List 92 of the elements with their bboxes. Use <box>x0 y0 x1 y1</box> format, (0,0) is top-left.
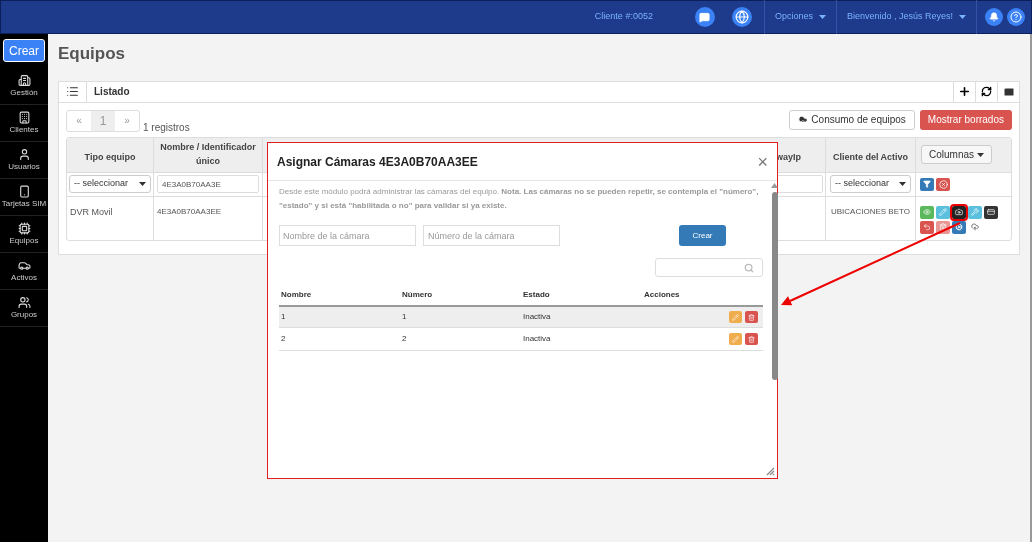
camera-number-field[interactable]: Número de la cámara <box>423 225 560 246</box>
sidebar-item[interactable]: Tarjetas SIM <box>0 179 48 216</box>
table-cell-text: Inactiva <box>522 311 552 323</box>
sidebar-item[interactable]: Equipos <box>0 216 48 253</box>
eye-icon <box>923 208 931 216</box>
building-icon <box>17 73 31 87</box>
client-select[interactable]: -- seleccionar <box>830 175 911 193</box>
resize-grip-icon[interactable] <box>766 467 775 476</box>
menu-dropdown[interactable]: Opciones <box>763 0 836 34</box>
table-cell-text: Inactiva <box>522 333 552 345</box>
column-header: Estado <box>522 289 551 301</box>
table-cell-text: 1 <box>280 311 287 323</box>
card-button[interactable] <box>984 205 998 219</box>
view-button[interactable] <box>920 205 934 219</box>
clear-icon <box>938 179 948 189</box>
phone-icon <box>17 184 31 198</box>
wrench-icon <box>971 208 979 216</box>
refresh-icon <box>981 86 992 97</box>
globe-icon <box>734 10 749 24</box>
table-cell: 4E3A0B70AA3EE <box>154 196 263 240</box>
scroll-up-icon[interactable] <box>771 183 778 188</box>
sidebar-item[interactable]: Activos <box>0 253 48 290</box>
caret-icon <box>899 182 906 186</box>
table-cell-text: 2 <box>401 333 408 345</box>
column-header: Cliente del Activo <box>826 137 916 172</box>
chip-icon <box>17 221 31 235</box>
sidebar-item[interactable]: Usuarios <box>0 142 48 179</box>
dialog-title: Asignar Cámaras 4E3A0B70AA3EE <box>277 153 478 171</box>
plus-icon <box>958 85 971 98</box>
users-icon <box>17 295 31 309</box>
card-icon <box>987 208 995 216</box>
trash-icon <box>748 313 755 321</box>
client-number: Cliente #:0052 <box>594 10 653 24</box>
sidebar-item[interactable]: Grupos <box>0 290 48 327</box>
table-cell-text: 2 <box>280 333 287 345</box>
bell-icon <box>989 12 999 22</box>
list-icon <box>66 85 79 98</box>
camera-row[interactable]: 1 1 Inactiva <box>279 305 763 328</box>
pencil-icon <box>732 335 739 343</box>
clear-filter-button[interactable] <box>936 177 950 191</box>
filter-icon <box>923 180 931 188</box>
building-icon <box>17 110 31 124</box>
trash-icon <box>748 335 755 343</box>
menu-dropdown[interactable]: Bienvenido , Jesús Reyes! <box>835 0 976 34</box>
sidebar-item[interactable]: Gestión <box>0 68 48 105</box>
chat-icon <box>699 11 711 23</box>
user-icon <box>17 147 31 161</box>
pencil-icon <box>939 208 947 216</box>
record-count: 1 registros <box>143 120 190 135</box>
globe-button[interactable] <box>731 7 752 27</box>
camera-name-field[interactable]: Nombre de la cámara <box>279 225 416 246</box>
trash-icon <box>939 223 947 231</box>
column-header: Nombre <box>280 289 313 301</box>
delete-button[interactable] <box>745 333 758 345</box>
show-deleted-button[interactable]: Mostrar borrados <box>919 109 1012 130</box>
cog-icon <box>955 223 963 231</box>
name-filter-field[interactable]: 4E3A0B70AA3E <box>157 175 259 193</box>
create-button[interactable]: Crear <box>3 39 45 62</box>
sidebar-item[interactable]: Clientes <box>0 105 48 142</box>
notifications-button[interactable] <box>985 8 1003 26</box>
table-cell: DVR Movil <box>67 196 154 240</box>
page-title: Equipos <box>58 43 127 65</box>
table-cell: UBICACIONES BETO <box>826 196 916 240</box>
caret-icon <box>959 15 966 19</box>
usage-button[interactable]: Consumo de equipos <box>789 109 915 130</box>
camera-row[interactable]: 2 2 Inactiva <box>279 328 763 351</box>
search-field[interactable] <box>655 258 763 277</box>
filter-button[interactable] <box>920 177 934 191</box>
caret-icon <box>977 152 985 157</box>
search-icon <box>744 262 754 273</box>
table-cell-text: 1 <box>401 311 408 323</box>
column-header: Tipo equipo <box>67 137 154 172</box>
undo-icon <box>923 223 931 231</box>
panel-title: Listado <box>86 81 953 102</box>
caret-icon <box>139 182 146 186</box>
undo-button[interactable] <box>920 220 934 234</box>
create-camera-button[interactable]: Crear <box>679 225 726 246</box>
camera-icon <box>955 208 963 216</box>
dialog-description: Desde este módulo podrá administrar las cámaras del equipo. Nota. Las cámaras no se pueden repetir, se contempla el "número", "estado" y si está "habilitada o no" para validar si ya existe. <box>279 186 760 212</box>
column-header: Acciones <box>643 289 681 301</box>
columns-dropdown[interactable]: Columnas <box>921 145 993 164</box>
camera-button[interactable] <box>952 205 966 219</box>
caret-icon <box>818 15 826 19</box>
help-icon <box>1010 11 1022 23</box>
column-header: Número <box>401 289 434 301</box>
pencil-icon <box>732 313 739 321</box>
help-button[interactable] <box>1007 8 1025 26</box>
delete-button[interactable] <box>745 311 758 323</box>
column-header: Nombre / Identificador único <box>154 137 263 172</box>
close-button[interactable]: × <box>757 152 768 171</box>
chat-button[interactable] <box>694 7 715 27</box>
type-select[interactable]: -- seleccionar <box>69 175 151 193</box>
